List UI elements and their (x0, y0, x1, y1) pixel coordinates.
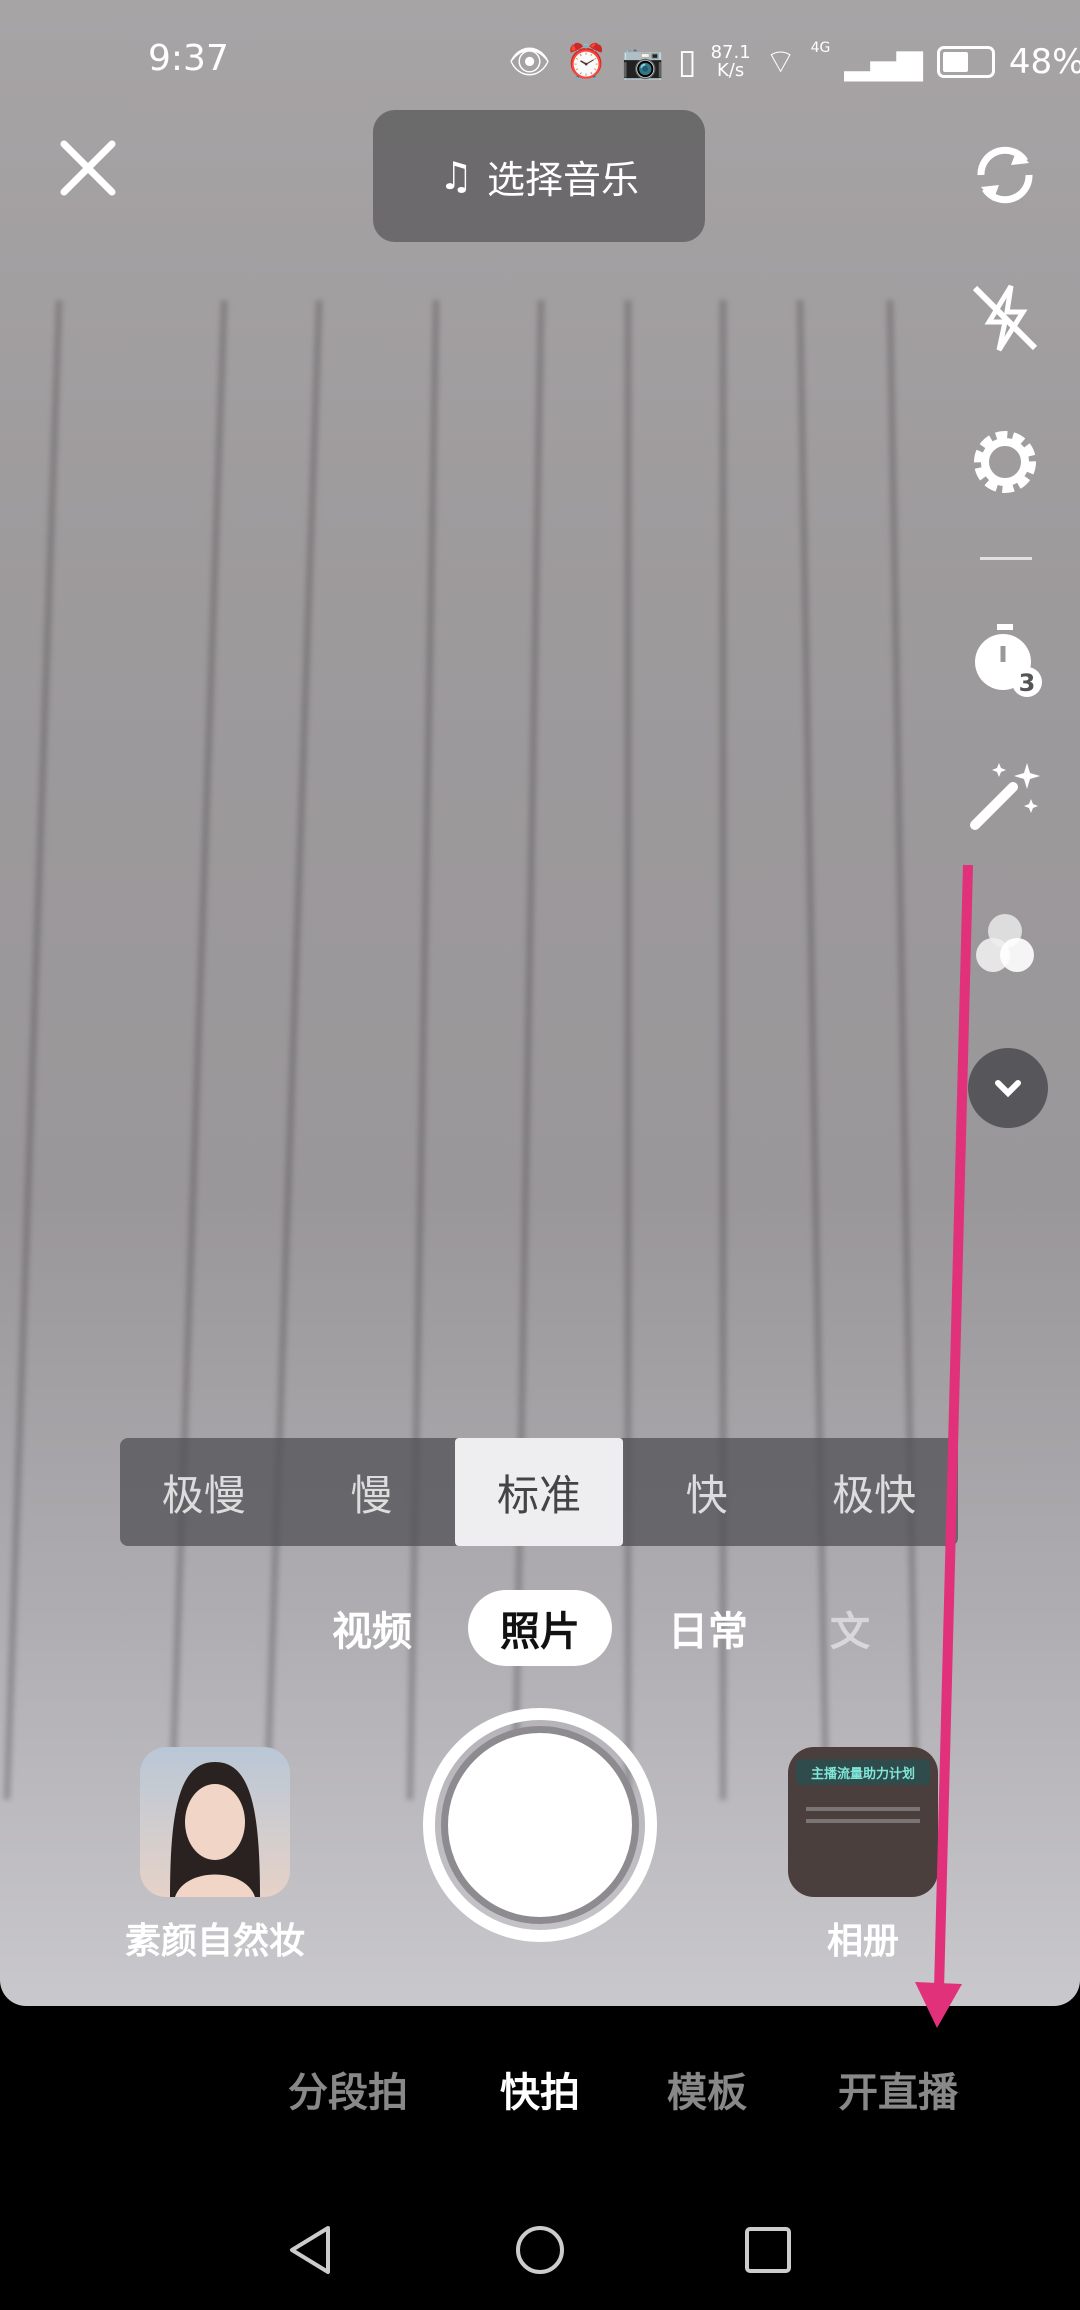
battery-percent: 48% (1008, 41, 1080, 82)
timer-3s-icon[interactable]: 3 (965, 620, 1045, 700)
flash-off-icon[interactable] (965, 278, 1045, 358)
mode-text[interactable]: 文 (820, 1590, 880, 1666)
tab-quick-shot[interactable]: 快拍 (500, 2060, 580, 2118)
speed-option-selected[interactable]: 标准 (455, 1438, 623, 1546)
network-type: 4G (810, 40, 831, 56)
close-icon[interactable] (56, 136, 120, 200)
tab-template[interactable]: 模板 (667, 2060, 747, 2118)
select-music-button[interactable]: ♫ 选择音乐 (373, 110, 705, 242)
recents-icon[interactable] (744, 2226, 792, 2278)
signal-icon: ▂▄▆ (844, 41, 923, 82)
gear-icon[interactable] (965, 422, 1045, 502)
chevron-down-icon[interactable] (968, 1048, 1048, 1128)
back-icon[interactable] (284, 2224, 336, 2280)
magic-wand-icon[interactable] (965, 755, 1045, 835)
vibrate-icon: ▯ (677, 41, 697, 82)
speed-option[interactable]: 极慢 (120, 1438, 288, 1546)
toolbar-divider (980, 557, 1032, 560)
tab-segmented[interactable]: 分段拍 (288, 2060, 408, 2118)
status-icons: 👁 ⏰ 📷 ▯ 87.1 K/s ⌔ 4G ▂▄▆ 48% (508, 40, 1080, 83)
status-time: 9:37 (148, 38, 229, 79)
eye-icon: 👁 (508, 41, 552, 82)
camera-icon: 📷 (621, 41, 664, 82)
album-thumb-banner: 主播流量助力计划 (796, 1759, 930, 1785)
album-thumbnail[interactable]: 主播流量助力计划 (788, 1747, 938, 1897)
speed-option[interactable]: 极快 (790, 1438, 958, 1546)
album-label: 相册 (826, 1921, 899, 1962)
beauty-label: 素颜自然妆 (124, 1921, 305, 1962)
net-speed: 87.1 K/s (710, 41, 751, 81)
music-note-icon: ♫ (438, 154, 474, 198)
speed-option[interactable]: 快 (623, 1438, 791, 1546)
flip-camera-icon[interactable] (965, 135, 1045, 215)
beauty-thumbnail[interactable] (140, 1747, 290, 1897)
speed-selector: 极慢 慢 标准 快 极快 (120, 1438, 958, 1546)
speed-option[interactable]: 慢 (288, 1438, 456, 1546)
battery-icon (936, 45, 995, 78)
mode-daily[interactable]: 日常 (650, 1590, 766, 1666)
filter-icon[interactable] (965, 905, 1045, 985)
mode-photo[interactable]: 照片 (468, 1590, 612, 1666)
shutter-button[interactable] (423, 1708, 657, 1942)
home-icon[interactable] (514, 2224, 566, 2280)
alarm-icon: ⏰ (565, 41, 608, 82)
tab-go-live[interactable]: 开直播 (838, 2060, 958, 2118)
camera-viewfinder[interactable] (0, 0, 1080, 2006)
mode-video[interactable]: 视频 (315, 1590, 429, 1666)
svg-text:3: 3 (1019, 669, 1036, 697)
wifi-icon: ⌔ (764, 42, 797, 82)
